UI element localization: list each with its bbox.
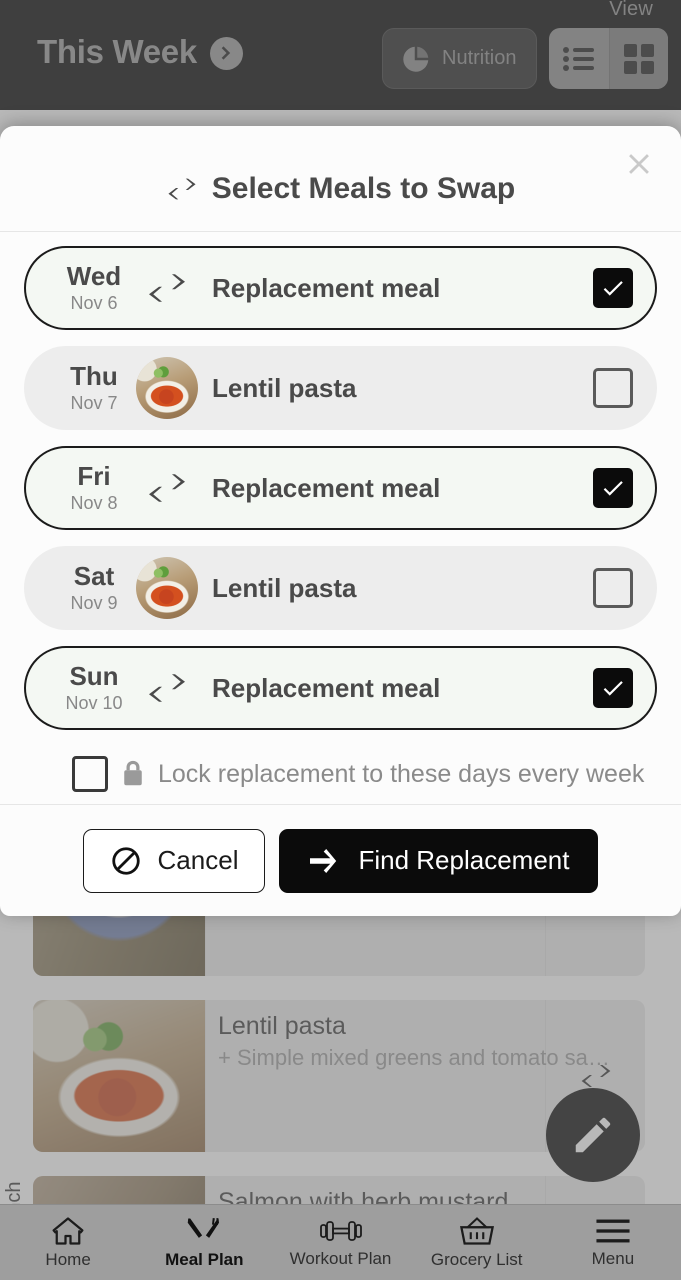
meal-name: Lentil pasta bbox=[212, 572, 357, 603]
meal-row[interactable]: Sun Nov 10 Replacement meal bbox=[24, 646, 657, 730]
hamburger-icon bbox=[596, 1219, 630, 1242]
day-date: Nov 7 bbox=[70, 392, 118, 413]
meal-row[interactable]: Thu Nov 7 Lentil pasta bbox=[24, 346, 657, 430]
meal-checkbox[interactable] bbox=[593, 468, 633, 508]
no-entry-icon bbox=[111, 846, 140, 875]
home-icon bbox=[52, 1216, 84, 1245]
nav-label: Menu bbox=[591, 1248, 635, 1268]
cancel-button[interactable]: Cancel bbox=[82, 828, 266, 893]
day-name: Thu bbox=[70, 360, 118, 391]
swap-arrows-icon bbox=[136, 473, 198, 503]
nav-item-meal-plan[interactable]: Meal Plan bbox=[136, 1205, 272, 1280]
find-replacement-label: Find Replacement bbox=[358, 845, 570, 875]
lock-icon bbox=[124, 760, 142, 786]
swap-arrows-icon bbox=[136, 673, 198, 703]
modal-body: Wed Nov 6 Replacement meal Thu Nov 7 Len… bbox=[0, 232, 681, 804]
meal-row[interactable]: Fri Nov 8 Replacement meal bbox=[24, 446, 657, 530]
nav-label: Home bbox=[45, 1249, 91, 1269]
basket-icon bbox=[459, 1216, 494, 1245]
meal-checkbox[interactable] bbox=[593, 568, 633, 608]
nav-label: Meal Plan bbox=[165, 1249, 244, 1269]
swap-arrows-icon bbox=[167, 178, 196, 200]
nav-item-menu[interactable]: Menu bbox=[545, 1205, 681, 1280]
checkmark-icon bbox=[603, 281, 623, 296]
close-icon bbox=[629, 154, 649, 174]
bottom-navigation: Home Meal Plan Workout Plan Grocery List… bbox=[0, 1204, 681, 1280]
meal-checkbox[interactable] bbox=[593, 368, 633, 408]
cutlery-icon bbox=[188, 1217, 220, 1238]
modal-footer: Cancel Find Replacement bbox=[0, 804, 681, 916]
checkmark-icon bbox=[603, 481, 623, 496]
lock-checkbox[interactable] bbox=[72, 756, 108, 792]
day-date: Nov 6 bbox=[70, 292, 118, 313]
day-name: Wed bbox=[66, 260, 122, 291]
meal-checkbox[interactable] bbox=[593, 668, 633, 708]
dumbbell-icon bbox=[319, 1220, 362, 1241]
app-root: Bre Lunch Lentil pasta + Simple mixed gr… bbox=[0, 0, 681, 1280]
day-column: Fri Nov 8 bbox=[52, 463, 136, 514]
day-column: Wed Nov 6 bbox=[52, 263, 136, 314]
meal-name: Replacement meal bbox=[212, 472, 441, 503]
nav-item-home[interactable]: Home bbox=[0, 1205, 136, 1280]
meal-name: Replacement meal bbox=[212, 272, 441, 303]
meal-name: Lentil pasta bbox=[212, 372, 357, 403]
checkmark-icon bbox=[603, 681, 623, 696]
day-name: Sat bbox=[73, 560, 115, 591]
meal-checkbox[interactable] bbox=[593, 268, 633, 308]
swap-meals-modal: Select Meals to Swap Wed Nov 6 Replaceme… bbox=[0, 126, 681, 916]
cancel-label: Cancel bbox=[157, 845, 239, 875]
nav-item-workout-plan[interactable]: Workout Plan bbox=[272, 1205, 408, 1280]
day-date: Nov 9 bbox=[70, 592, 118, 613]
lock-label: Lock replacement to these days every wee… bbox=[158, 759, 645, 788]
modal-title: Select Meals to Swap bbox=[0, 172, 681, 206]
day-date: Nov 8 bbox=[70, 492, 118, 513]
swap-arrows-icon bbox=[136, 273, 198, 303]
modal-title-text: Select Meals to Swap bbox=[211, 172, 516, 205]
meal-name: Replacement meal bbox=[212, 672, 441, 703]
nav-label: Workout Plan bbox=[289, 1248, 392, 1268]
nav-label: Grocery List bbox=[430, 1249, 523, 1269]
day-date: Nov 10 bbox=[65, 692, 123, 713]
find-replacement-button[interactable]: Find Replacement bbox=[279, 828, 599, 893]
day-column: Thu Nov 7 bbox=[52, 363, 136, 414]
day-name: Sun bbox=[69, 660, 119, 691]
lock-replacement-row[interactable]: Lock replacement to these days every wee… bbox=[24, 746, 657, 792]
close-button[interactable] bbox=[618, 143, 660, 185]
meal-row[interactable]: Wed Nov 6 Replacement meal bbox=[24, 246, 657, 330]
meal-row[interactable]: Sat Nov 9 Lentil pasta bbox=[24, 546, 657, 630]
meal-thumbnail bbox=[136, 557, 198, 619]
arrow-right-icon bbox=[310, 848, 337, 873]
day-name: Fri bbox=[77, 460, 111, 491]
day-column: Sat Nov 9 bbox=[52, 563, 136, 614]
meal-thumbnail bbox=[136, 357, 198, 419]
modal-header: Select Meals to Swap bbox=[0, 126, 681, 232]
day-column: Sun Nov 10 bbox=[52, 663, 136, 714]
nav-item-grocery-list[interactable]: Grocery List bbox=[409, 1205, 545, 1280]
